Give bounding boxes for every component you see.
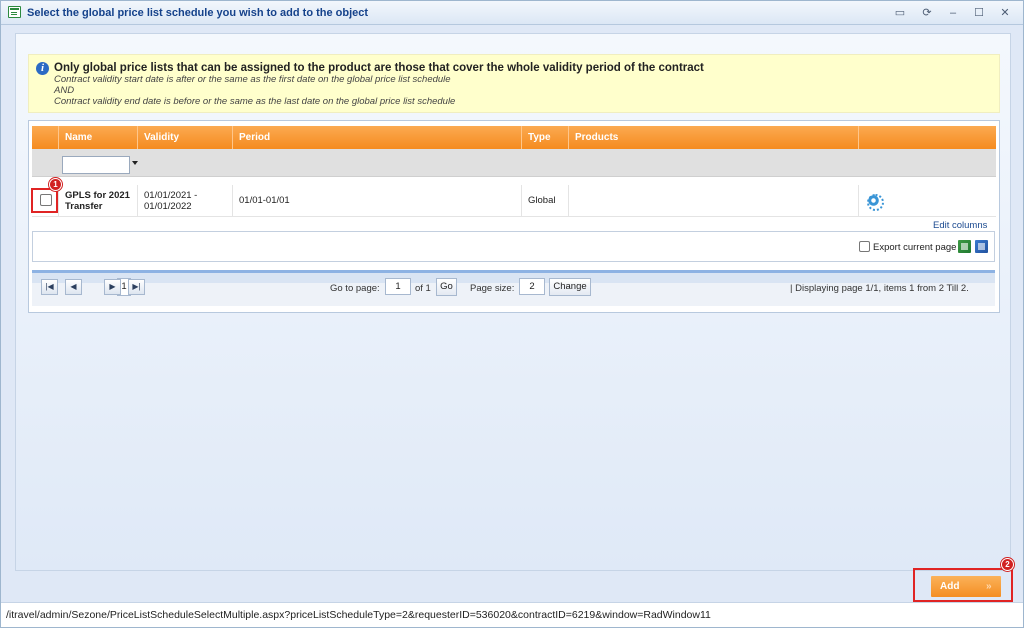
page-size-label: Page size:: [470, 283, 515, 294]
validity-cell: 01/01/2021 - 01/01/2022: [138, 185, 233, 217]
go-to-page-input[interactable]: 1: [385, 278, 411, 295]
title-bar[interactable]: Select the global price list schedule yo…: [1, 1, 1023, 25]
row-validity-line2: 01/01/2022: [144, 201, 192, 212]
close-icon[interactable]: ✕: [996, 5, 1014, 21]
next-page-icon[interactable]: ▶: [104, 279, 121, 295]
annotation-box-1: [31, 188, 58, 213]
row-name-line2: Transfer: [65, 201, 103, 212]
page-size-input[interactable]: 2: [519, 278, 545, 295]
go-button[interactable]: Go: [436, 278, 457, 296]
row-type: Global: [528, 195, 556, 206]
header-validity[interactable]: Validity: [138, 126, 233, 149]
last-page-icon[interactable]: ▶|: [128, 279, 145, 295]
info-icon: i: [36, 62, 49, 75]
notice-line-2: AND: [54, 85, 75, 96]
pin-icon[interactable]: ▭: [891, 5, 909, 21]
header-products[interactable]: Products: [569, 126, 859, 149]
first-page-icon[interactable]: |◀: [41, 279, 58, 295]
minimize-icon[interactable]: –: [944, 5, 962, 21]
edit-columns-link[interactable]: Edit columns: [933, 220, 987, 231]
export-current-page-label: Export current page: [873, 242, 957, 253]
excel-export-icon[interactable]: [958, 240, 971, 253]
dialog-window: Select the global price list schedule yo…: [0, 0, 1024, 628]
word-export-icon[interactable]: [975, 240, 988, 253]
chevron-down-icon[interactable]: [132, 161, 138, 165]
name-cell: GPLS for 2021 Transfer: [59, 185, 138, 217]
row-period: 01/01-01/01: [239, 195, 290, 206]
notice-line-1: Contract validity start date is after or…: [54, 74, 451, 85]
annotation-box-2: [913, 568, 1013, 602]
header-select: [32, 126, 59, 149]
table-row[interactable]: GPLS for 2021 Transfer 01/01/2021 - 01/0…: [32, 185, 996, 217]
annotation-badge-1: 1: [49, 178, 62, 191]
row-validity-line1: 01/01/2021 -: [144, 190, 198, 201]
name-filter-input[interactable]: [62, 156, 130, 174]
window-title: Select the global price list schedule yo…: [27, 7, 369, 19]
header-period[interactable]: Period: [233, 126, 522, 149]
header-actions: [859, 126, 996, 149]
notice-title: Only global price lists that can be assi…: [54, 62, 704, 74]
notice-line-3: Contract validity end date is before or …: [54, 96, 456, 107]
info-notice: i Only global price lists that can be as…: [28, 54, 1000, 113]
export-panel: Export current page: [32, 231, 995, 262]
maximize-icon[interactable]: ☐: [970, 5, 988, 21]
status-bar: /itravel/admin/Sezone/PriceListScheduleS…: [1, 602, 1023, 627]
gear-icon[interactable]: [867, 194, 884, 211]
filter-row: [32, 149, 996, 177]
window-app-icon: [8, 6, 21, 18]
reload-icon[interactable]: ⟳: [918, 5, 936, 21]
header-name[interactable]: Name: [59, 126, 138, 149]
prev-page-icon[interactable]: ◀: [65, 279, 82, 295]
go-to-page-label: Go to page:: [330, 283, 380, 294]
actions-cell: [859, 185, 996, 217]
pager: |◀ ◀ 1 ▶ ▶| Go to page: 1 of 1 Go Page s…: [32, 270, 995, 306]
export-current-page-checkbox[interactable]: [859, 241, 870, 252]
products-cell: [569, 185, 859, 217]
period-cell: 01/01-01/01: [233, 185, 522, 217]
status-url: /itravel/admin/Sezone/PriceListScheduleS…: [6, 609, 711, 621]
type-cell: Global: [522, 185, 569, 217]
pager-info: | Displaying page 1/1, items 1 from 2 Ti…: [790, 283, 969, 294]
page-of-label: of 1: [415, 283, 431, 294]
annotation-badge-2: 2: [1001, 558, 1014, 571]
header-type[interactable]: Type: [522, 126, 569, 149]
change-button[interactable]: Change: [549, 278, 591, 296]
grid-header: Name Validity Period Type Products: [32, 126, 996, 149]
row-name-line1: GPLS for 2021: [65, 190, 130, 201]
